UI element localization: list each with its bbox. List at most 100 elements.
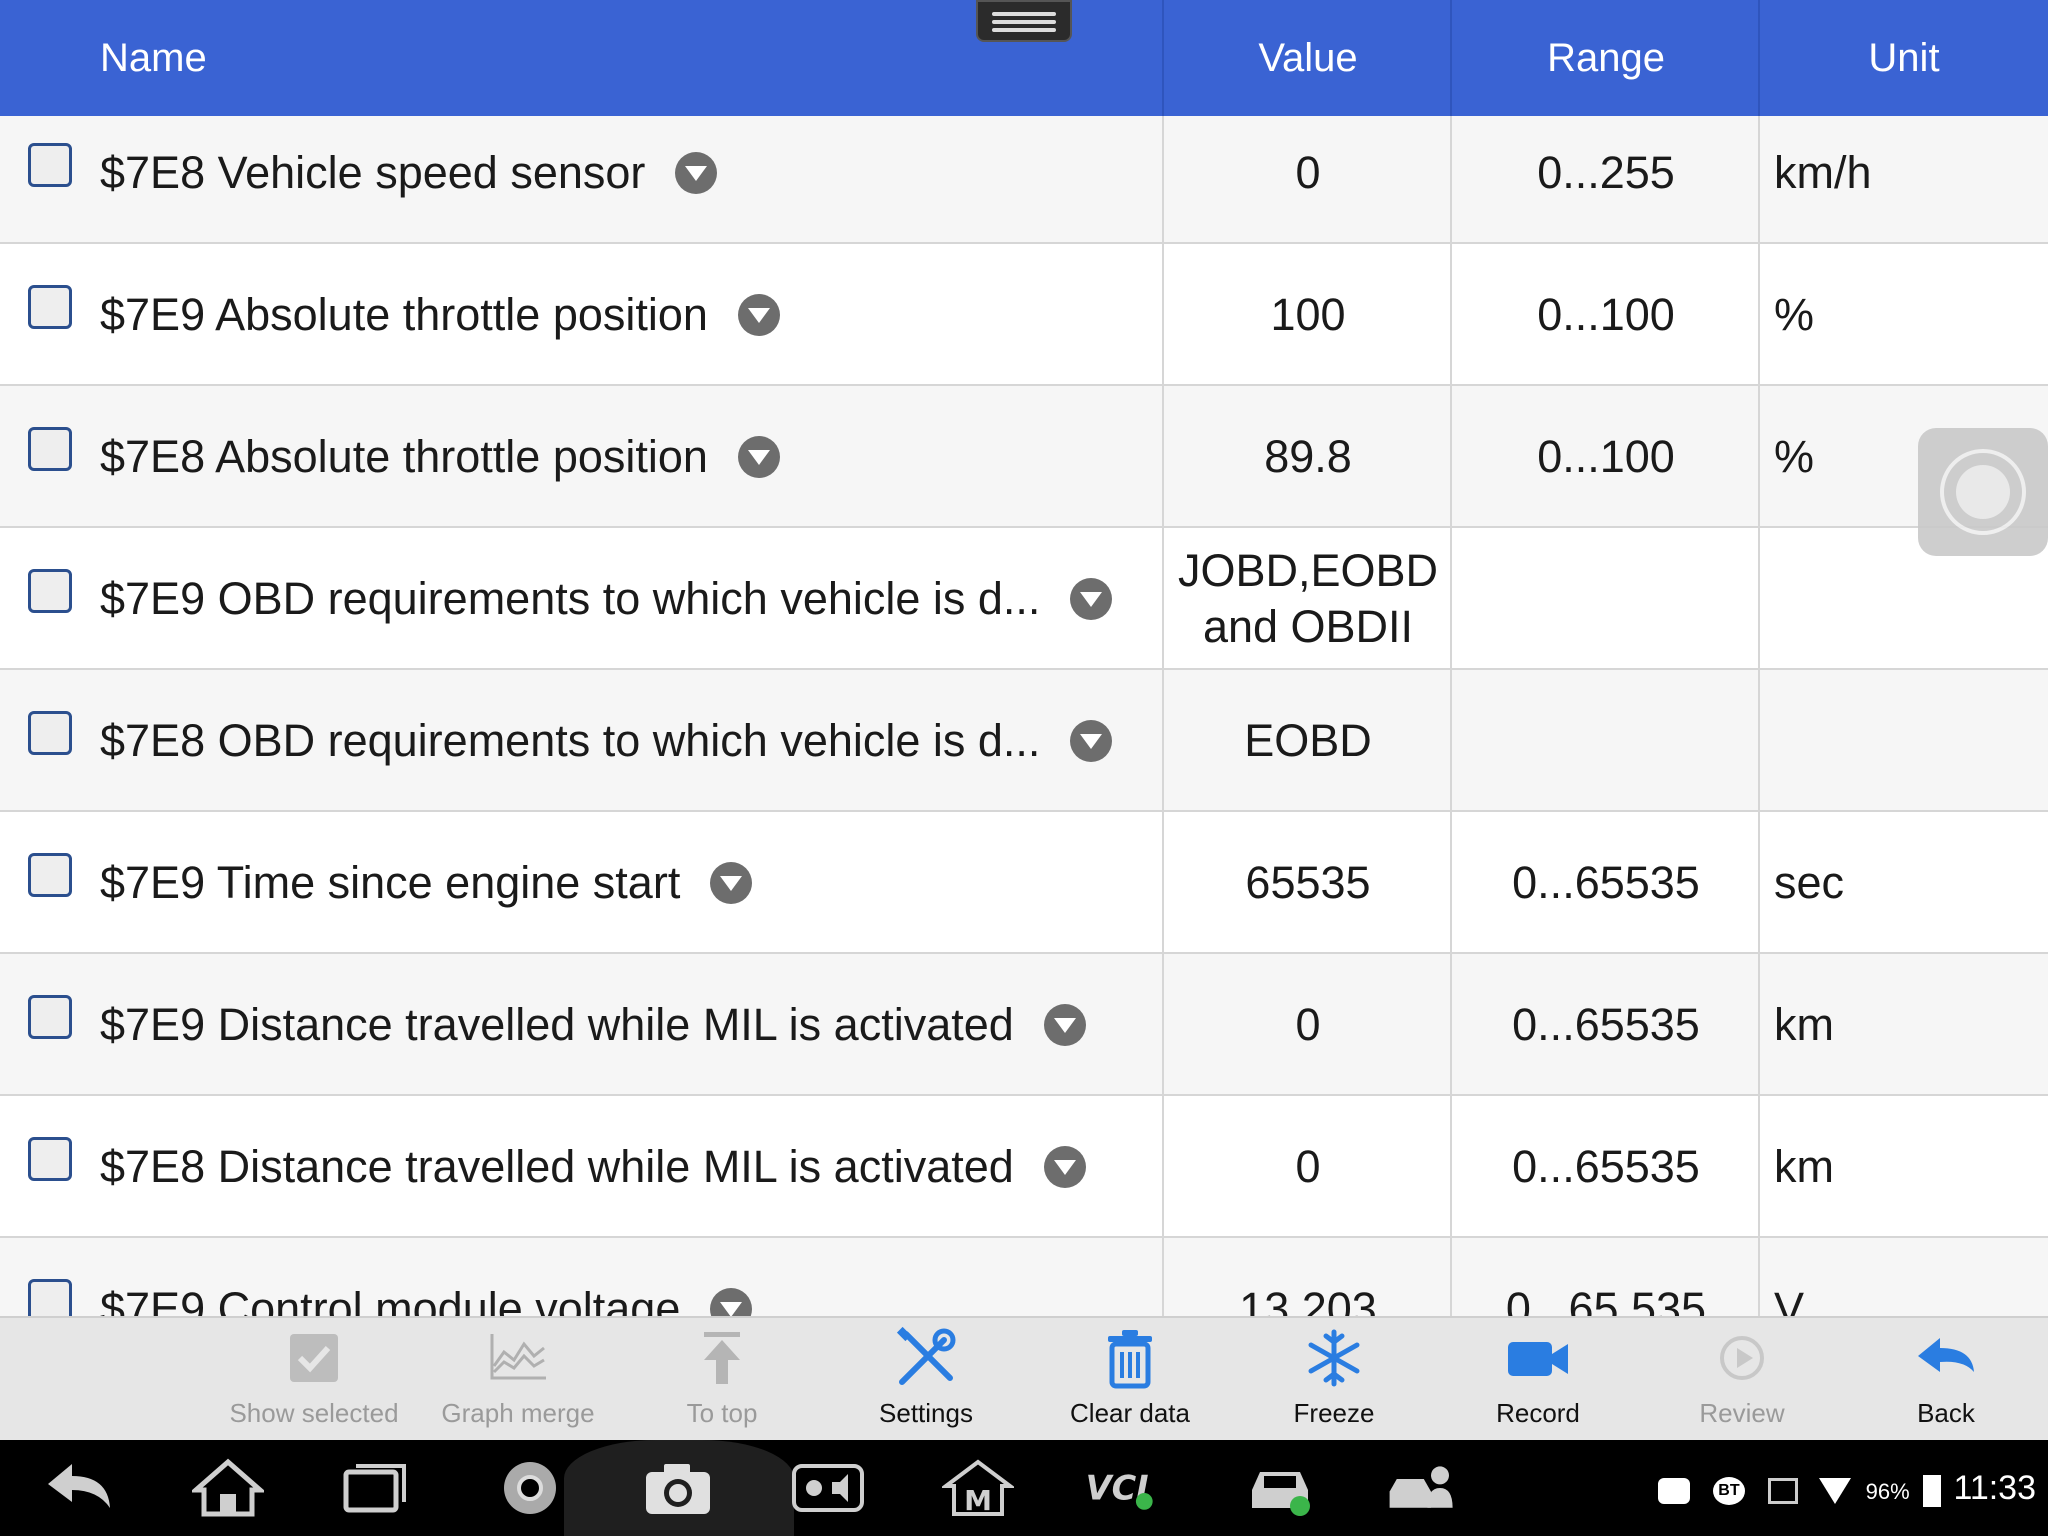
parameter-unit: % bbox=[1774, 431, 1815, 482]
row-checkbox[interactable] bbox=[28, 569, 72, 613]
row-checkbox[interactable] bbox=[28, 1137, 72, 1181]
home-icon[interactable] bbox=[192, 1458, 264, 1518]
row-checkbox[interactable] bbox=[28, 427, 72, 471]
dropdown-arrow-icon[interactable] bbox=[737, 436, 780, 479]
checkbox-icon bbox=[290, 1334, 338, 1382]
dropdown-arrow-icon[interactable] bbox=[1070, 720, 1113, 763]
parameter-name: $7E9 Time since engine start bbox=[100, 812, 753, 954]
parameter-range: 0...65535 bbox=[1512, 1141, 1700, 1192]
dropdown-arrow-icon[interactable] bbox=[675, 152, 718, 195]
vehicle-diagnostics-icon[interactable] bbox=[1244, 1458, 1316, 1518]
column-header-unit: Unit bbox=[1868, 36, 1940, 80]
row-checkbox[interactable] bbox=[28, 711, 72, 755]
parameter-unit: V bbox=[1774, 1283, 1805, 1316]
video-camera-icon bbox=[1508, 1342, 1568, 1376]
parameter-unit: km bbox=[1774, 1141, 1834, 1192]
clear-data-button[interactable]: Clear data bbox=[1030, 1318, 1230, 1442]
review-button[interactable]: Review bbox=[1642, 1318, 1842, 1442]
table-header: Name Value Range Unit bbox=[0, 0, 2048, 116]
parameter-range: 0...65535 bbox=[1512, 857, 1700, 908]
parameter-value: EOBD bbox=[1244, 715, 1372, 766]
row-checkbox[interactable] bbox=[28, 995, 72, 1039]
table-row[interactable]: $7E9 Distance travelled while MIL is act… bbox=[0, 954, 2048, 1096]
camera-icon[interactable] bbox=[642, 1458, 714, 1518]
bottom-toolbar: Show selected Graph merge To top Setting… bbox=[0, 1316, 2048, 1440]
maxifix-icon[interactable]: M bbox=[942, 1458, 1014, 1518]
drag-handle[interactable] bbox=[976, 0, 1072, 42]
recent-apps-icon[interactable] bbox=[340, 1458, 412, 1518]
parameter-name: $7E8 Distance travelled while MIL is act… bbox=[100, 1096, 1086, 1238]
dropdown-arrow-icon[interactable] bbox=[1043, 1146, 1086, 1189]
arrow-up-icon bbox=[704, 1332, 740, 1384]
parameter-value: 100 bbox=[1270, 289, 1346, 340]
parameter-value: 0 bbox=[1295, 1141, 1321, 1192]
to-top-button[interactable]: To top bbox=[622, 1318, 822, 1442]
row-checkbox[interactable] bbox=[28, 853, 72, 897]
parameter-name: $7E8 Vehicle speed sensor bbox=[100, 116, 718, 244]
parameter-range: 0...255 bbox=[1537, 147, 1675, 198]
graph-icon bbox=[490, 1334, 546, 1380]
browser-icon[interactable] bbox=[494, 1458, 566, 1518]
row-checkbox[interactable] bbox=[28, 143, 72, 187]
tools-icon bbox=[896, 1326, 956, 1385]
chat-notification-icon bbox=[1658, 1477, 1691, 1504]
dropdown-arrow-icon[interactable] bbox=[710, 1288, 753, 1316]
dropdown-arrow-icon[interactable] bbox=[1070, 578, 1113, 621]
back-icon[interactable] bbox=[44, 1458, 116, 1518]
table-row[interactable]: $7E8 Absolute throttle position 89.8 0..… bbox=[0, 386, 2048, 528]
parameter-value: 65535 bbox=[1245, 857, 1371, 908]
graph-merge-button[interactable]: Graph merge bbox=[418, 1318, 618, 1442]
parameter-name: $7E9 OBD requirements to which vehicle i… bbox=[100, 528, 1113, 670]
parameter-name: $7E9 Distance travelled while MIL is act… bbox=[100, 954, 1086, 1096]
parameter-range: 0...100 bbox=[1537, 289, 1675, 340]
parameter-unit: sec bbox=[1774, 857, 1845, 908]
play-circle-icon bbox=[1720, 1336, 1764, 1380]
back-arrow-icon bbox=[1918, 1338, 1974, 1372]
row-checkbox[interactable] bbox=[28, 1279, 72, 1316]
live-data-table[interactable]: $7E8 Vehicle speed sensor 0 0...255 km/h… bbox=[0, 116, 2048, 1316]
parameter-range bbox=[1452, 528, 1760, 670]
battery-icon bbox=[1922, 1474, 1941, 1507]
assistive-touch-button[interactable] bbox=[1918, 428, 2048, 556]
parameter-unit: % bbox=[1774, 289, 1815, 340]
show-selected-button[interactable]: Show selected bbox=[214, 1318, 414, 1442]
parameter-value: 0 bbox=[1295, 999, 1321, 1050]
remote-expert-icon[interactable] bbox=[1386, 1458, 1458, 1518]
no-sim-icon bbox=[1767, 1477, 1798, 1504]
table-row[interactable]: $7E9 Control module voltage 13.203 0...6… bbox=[0, 1238, 2048, 1316]
table-row[interactable]: $7E8 Vehicle speed sensor 0 0...255 km/h bbox=[0, 116, 2048, 244]
dropdown-arrow-icon[interactable] bbox=[737, 294, 780, 337]
table-row[interactable]: $7E9 Time since engine start 65535 0...6… bbox=[0, 812, 2048, 954]
status-area: BT 96% 11:33 bbox=[1658, 1440, 2036, 1536]
parameter-range: 0...65.535 bbox=[1505, 1283, 1707, 1316]
parameter-name: $7E8 Absolute throttle position bbox=[100, 386, 780, 528]
settings-button[interactable]: Settings bbox=[826, 1318, 1026, 1442]
parameter-name: $7E9 Control module voltage bbox=[100, 1238, 753, 1316]
parameter-name: $7E9 Absolute throttle position bbox=[100, 244, 780, 386]
vci-icon[interactable]: VCI bbox=[1084, 1458, 1156, 1518]
dropdown-arrow-icon[interactable] bbox=[1043, 1004, 1086, 1047]
parameter-range: 0...100 bbox=[1537, 431, 1675, 482]
parameter-range bbox=[1452, 670, 1760, 812]
bluetooth-icon: BT bbox=[1712, 1476, 1745, 1505]
table-row[interactable]: $7E9 Absolute throttle position 100 0...… bbox=[0, 244, 2048, 386]
clock: 11:33 bbox=[1953, 1469, 2036, 1507]
record-button[interactable]: Record bbox=[1438, 1318, 1638, 1442]
parameter-unit: km/h bbox=[1774, 147, 1872, 198]
column-header-value: Value bbox=[1258, 36, 1358, 80]
dropdown-arrow-icon[interactable] bbox=[710, 862, 753, 905]
svg-text:M: M bbox=[964, 1484, 992, 1517]
parameter-range: 0...65535 bbox=[1512, 999, 1700, 1050]
table-row[interactable]: $7E9 OBD requirements to which vehicle i… bbox=[0, 528, 2048, 670]
table-row[interactable]: $7E8 OBD requirements to which vehicle i… bbox=[0, 670, 2048, 812]
parameter-value: 13.203 bbox=[1239, 1283, 1377, 1316]
brightness-volume-icon[interactable] bbox=[792, 1458, 864, 1518]
row-checkbox[interactable] bbox=[28, 285, 72, 329]
back-button[interactable]: Back bbox=[1846, 1318, 2046, 1442]
parameter-value: 0 bbox=[1295, 147, 1321, 198]
freeze-button[interactable]: Freeze bbox=[1234, 1318, 1434, 1442]
parameter-value: 89.8 bbox=[1264, 431, 1352, 482]
column-header-range: Range bbox=[1547, 36, 1665, 80]
table-row[interactable]: $7E8 Distance travelled while MIL is act… bbox=[0, 1096, 2048, 1238]
parameter-value: JOBD,EOBD and OBDII bbox=[1177, 545, 1439, 652]
